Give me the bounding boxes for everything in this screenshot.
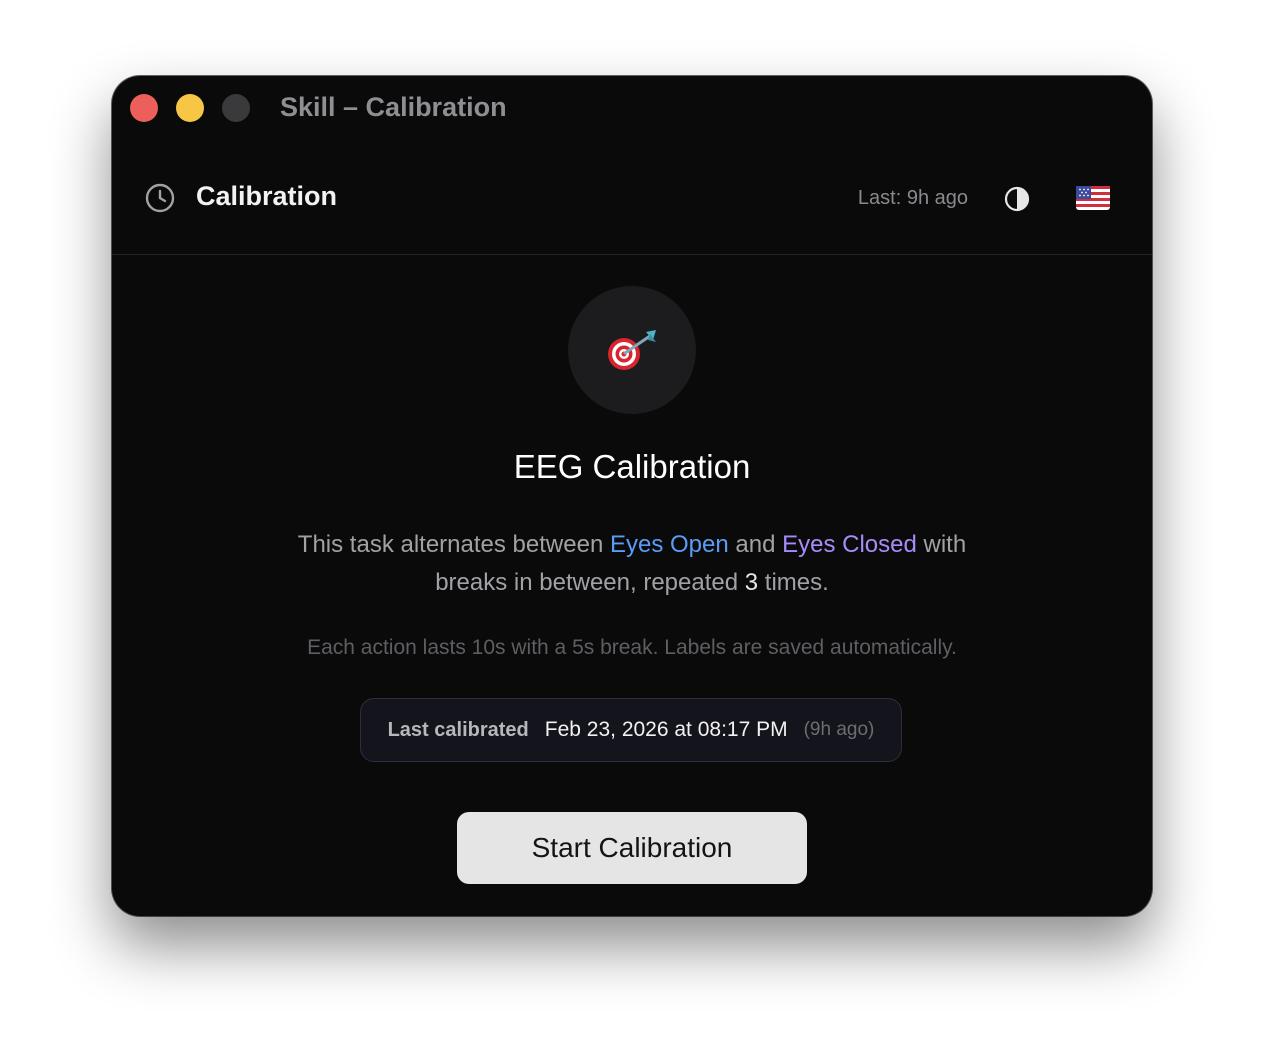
last-calibrated-ago: (9h ago)	[803, 719, 875, 740]
page-header: Calibration Last: 9h ago	[112, 172, 1152, 255]
last-calibrated-card: Last calibrated Feb 23, 2026 at 08:17 PM…	[360, 698, 902, 762]
header-title: Calibration	[196, 181, 338, 211]
repeat-count: 3	[744, 569, 759, 596]
desc-part-1: This task alternates between	[297, 531, 604, 558]
page-title: EEG Calibration	[513, 448, 751, 485]
timing-note: Each action lasts 10s with a 5s break. L…	[307, 636, 957, 659]
target-badge	[568, 286, 696, 414]
title-bar[interactable]: Skill – Calibration	[112, 76, 1152, 140]
minimize-window-button[interactable]	[176, 94, 204, 122]
us-flag-icon[interactable]	[1076, 186, 1110, 210]
start-calibration-button[interactable]: Start Calibration	[457, 812, 807, 884]
contrast-icon[interactable]	[1004, 186, 1030, 212]
last-calibrated-label: Last calibrated	[387, 718, 529, 741]
window-title: Skill – Calibration	[280, 92, 507, 122]
maximize-window-button[interactable]	[222, 94, 250, 122]
eyes-closed-label: Eyes Closed	[782, 531, 917, 558]
close-window-button[interactable]	[130, 94, 158, 122]
history-icon	[145, 183, 175, 213]
eyes-open-label: Eyes Open	[609, 531, 729, 558]
last-calibrated-date: Feb 23, 2026 at 08:17 PM	[544, 718, 788, 741]
desc-part-3: times.	[764, 569, 829, 596]
desc-and: and	[735, 531, 776, 558]
last-calibration-status: Last: 9h ago	[857, 187, 968, 209]
target-icon	[608, 330, 656, 370]
task-description: This task alternates between Eyes Open a…	[262, 526, 1002, 602]
app-window: Skill – Calibration Calibration Last: 9h…	[112, 76, 1152, 916]
